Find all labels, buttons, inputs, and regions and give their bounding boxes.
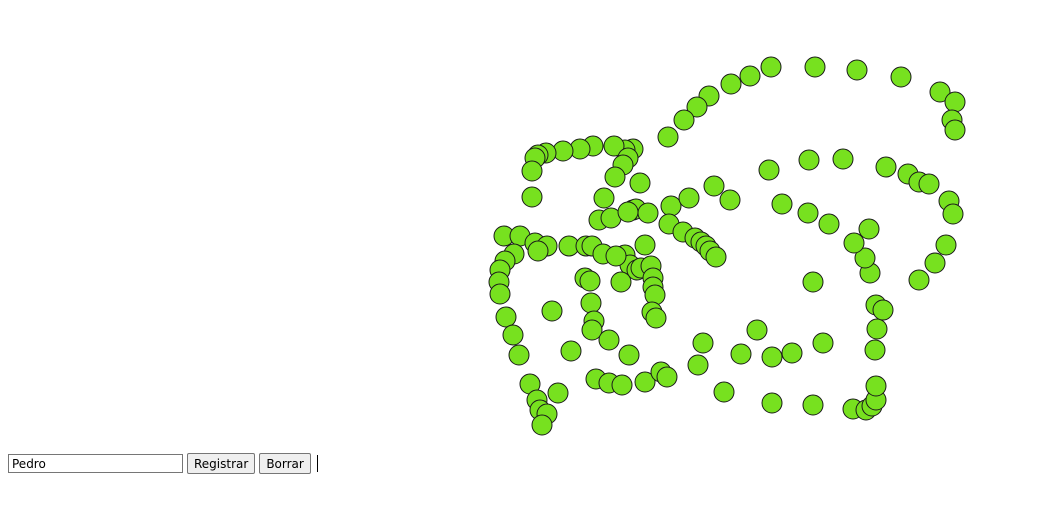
drawn-dot <box>527 240 549 262</box>
drawn-dot <box>812 332 834 354</box>
drawn-dot <box>521 186 543 208</box>
drawn-dot <box>804 56 826 78</box>
drawn-dot <box>660 195 682 217</box>
drawn-dot <box>489 283 511 305</box>
drawn-dot <box>730 343 752 365</box>
drawn-dot <box>521 160 543 182</box>
drawn-dot <box>866 318 888 340</box>
drawn-dot <box>761 392 783 414</box>
drawn-dot <box>818 213 840 235</box>
drawn-dot <box>618 344 640 366</box>
drawn-dot <box>781 342 803 364</box>
drawn-dot <box>598 329 620 351</box>
drawn-dot <box>739 65 761 87</box>
drawn-dot <box>843 232 865 254</box>
drawn-dot <box>858 218 880 240</box>
drawn-dot <box>604 166 626 188</box>
drawn-dot <box>547 382 569 404</box>
drawn-dot <box>935 234 957 256</box>
drawn-dot <box>908 269 930 291</box>
drawn-dot <box>872 299 894 321</box>
drawn-dot <box>508 344 530 366</box>
drawn-dot <box>687 354 709 376</box>
drawn-dot <box>611 374 633 396</box>
drawn-dot <box>760 56 782 78</box>
name-input[interactable] <box>8 454 183 473</box>
clear-button[interactable]: Borrar <box>259 453 311 474</box>
drawn-dot <box>802 271 824 293</box>
drawn-dot <box>560 340 582 362</box>
drawn-dot <box>865 375 887 397</box>
drawn-dot <box>720 73 742 95</box>
text-cursor <box>316 455 318 472</box>
drawn-dot <box>605 245 627 267</box>
drawn-dot <box>495 306 517 328</box>
drawn-dot <box>593 187 615 209</box>
drawn-dot <box>580 292 602 314</box>
controls-bar: Registrar Borrar <box>8 453 318 474</box>
drawn-dot <box>713 381 735 403</box>
drawn-dot <box>645 307 667 329</box>
drawn-dot <box>579 270 601 292</box>
drawing-canvas[interactable] <box>0 0 1059 450</box>
drawn-dot <box>771 193 793 215</box>
drawn-dot <box>705 246 727 268</box>
drawn-dot <box>802 394 824 416</box>
drawn-dot <box>942 203 964 225</box>
drawn-dot <box>875 156 897 178</box>
drawn-dot <box>864 339 886 361</box>
drawn-dot <box>761 346 783 368</box>
drawn-dot <box>918 173 940 195</box>
drawn-dot <box>924 252 946 274</box>
drawn-dot <box>746 319 768 341</box>
drawn-dot <box>657 126 679 148</box>
drawn-dot <box>890 66 912 88</box>
drawn-dot <box>758 159 780 181</box>
drawn-dot <box>719 189 741 211</box>
drawn-dot <box>502 324 524 346</box>
drawn-dot <box>678 187 700 209</box>
drawn-dot <box>541 300 563 322</box>
drawn-dot <box>531 414 553 436</box>
register-button[interactable]: Registrar <box>187 453 256 474</box>
drawn-dot <box>703 175 725 197</box>
drawn-dot <box>944 91 966 113</box>
drawn-dot <box>692 332 714 354</box>
drawn-dot <box>673 109 695 131</box>
drawn-dot <box>832 148 854 170</box>
drawn-dot <box>637 202 659 224</box>
drawn-dot <box>944 119 966 141</box>
drawn-dot <box>656 366 678 388</box>
drawn-dot <box>797 202 819 224</box>
drawn-dot <box>629 172 651 194</box>
drawn-dot <box>617 201 639 223</box>
drawn-dot <box>846 59 868 81</box>
drawn-dot <box>634 234 656 256</box>
drawn-dot <box>798 149 820 171</box>
drawn-dot <box>610 271 632 293</box>
